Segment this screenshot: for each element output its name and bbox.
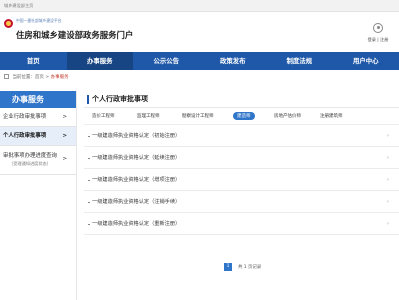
sidebar-title: 办事服务	[0, 91, 76, 108]
section-title: 个人行政审批事项	[84, 91, 399, 108]
tab-cost-engineer[interactable]: 造价工程师	[92, 113, 115, 119]
page-summary: 共 1 页记录	[238, 265, 262, 270]
login-button[interactable]: 登录 | 注册	[365, 23, 391, 43]
tab-constructor[interactable]: 建造师	[233, 112, 255, 120]
nav-item-services[interactable]: 办事服务	[66, 52, 133, 70]
sidebar-item-personal-approval[interactable]: 个人行政审批事项 >	[0, 127, 76, 146]
list-item-label: 一级建造师执业资格认定（增项注册）	[92, 177, 181, 183]
chevron-right-icon: ›	[386, 155, 389, 161]
nav-item-user-center[interactable]: 用户中心	[333, 52, 399, 70]
sidebar-item-enterprise-approval[interactable]: 企业行政审批事项 >	[0, 108, 76, 127]
list-item[interactable]: 一级建造师执业资格认定（增项注册） ›	[84, 169, 399, 191]
page-number-button[interactable]: 1	[224, 263, 232, 271]
nav-item-regulations[interactable]: 制度法规	[266, 52, 333, 70]
pagination: 1 共 1 页记录	[224, 263, 261, 271]
chevron-right-icon: >	[62, 114, 67, 120]
login-label: 登录 | 注册	[367, 37, 389, 42]
sidebar-item-label: 个人行政审批事项	[3, 133, 47, 139]
site-header: 中国一建社部城乡建设平台 住房和城乡建设部政务服务门户 登录 | 注册	[0, 12, 399, 52]
list-item-label: 一级建造师执业资格认定（重新注册）	[92, 221, 181, 227]
sidebar: 办事服务 企业行政审批事项 > 个人行政审批事项 > 审批事项办理进度查询 （受…	[0, 91, 77, 300]
user-icon	[373, 23, 383, 33]
tab-supervision-engineer[interactable]: 监理工程师	[137, 113, 160, 119]
brand-subtitle: 中国一建社部城乡建设平台	[16, 18, 62, 23]
list-item-label: 一级建造师执业资格认定（初始注册）	[92, 133, 181, 139]
item-list: 一级建造师执业资格认定（初始注册） › 一级建造师执业资格认定（延续注册） › …	[84, 125, 399, 235]
chevron-right-icon: ›	[386, 133, 389, 139]
main-nav: 首页 办事服务 公示公告 政策发布 制度法规 用户中心	[0, 52, 399, 70]
main-content: 个人行政审批事项 造价工程师 监理工程师 勘察设计工程师 建造师 房地产估价师 …	[84, 91, 399, 300]
nav-item-home[interactable]: 首页	[0, 52, 67, 70]
chevron-right-icon: >	[62, 156, 67, 162]
tab-survey-design-engineer[interactable]: 勘察设计工程师	[182, 113, 214, 119]
tab-registered-architect[interactable]: 注册建筑师	[320, 113, 343, 119]
chevron-right-icon: >	[62, 133, 67, 139]
sidebar-item-label: 审批事项办理进度查询	[3, 153, 57, 159]
tab-real-estate-appraiser[interactable]: 房地产估价师	[274, 113, 301, 119]
nav-item-notices[interactable]: 公示公告	[133, 52, 200, 70]
breadcrumb: 当前位置：首页 > 办事服务	[0, 70, 399, 86]
chevron-right-icon: ›	[386, 221, 389, 227]
list-item[interactable]: 一级建造师执业资格认定（初始注册） ›	[84, 125, 399, 147]
sidebar-item-label: 企业行政审批事项	[3, 114, 47, 120]
brand-title: 住房和城乡建设部政务服务门户	[16, 30, 134, 40]
category-tabs: 造价工程师 监理工程师 勘察设计工程师 建造师 房地产估价师 注册建筑师	[84, 108, 399, 125]
top-strip-text[interactable]: 城乡建设部主页	[4, 3, 33, 9]
list-item-label: 一级建造师执业资格认定（注销手续）	[92, 199, 181, 205]
list-item[interactable]: 一级建造师执业资格认定（延续注册） ›	[84, 147, 399, 169]
list-item[interactable]: 一级建造师执业资格认定（重新注册） ›	[84, 213, 399, 235]
emblem-logo	[4, 19, 13, 28]
chevron-right-icon: ›	[386, 199, 389, 205]
sidebar-item-progress-query[interactable]: 审批事项办理进度查询 （受理通知进度状态） >	[0, 146, 76, 175]
list-item-label: 一级建造师执业资格认定（延续注册）	[92, 155, 181, 161]
list-item[interactable]: 一级建造师执业资格认定（注销手续） ›	[84, 191, 399, 213]
top-strip: 城乡建设部主页	[0, 0, 399, 12]
breadcrumb-current: 办事服务	[50, 75, 69, 80]
chevron-right-icon: ›	[386, 177, 389, 183]
nav-item-policy[interactable]: 政策发布	[200, 52, 267, 70]
home-icon	[4, 74, 9, 79]
breadcrumb-home[interactable]: 当前位置：首页	[12, 75, 44, 80]
